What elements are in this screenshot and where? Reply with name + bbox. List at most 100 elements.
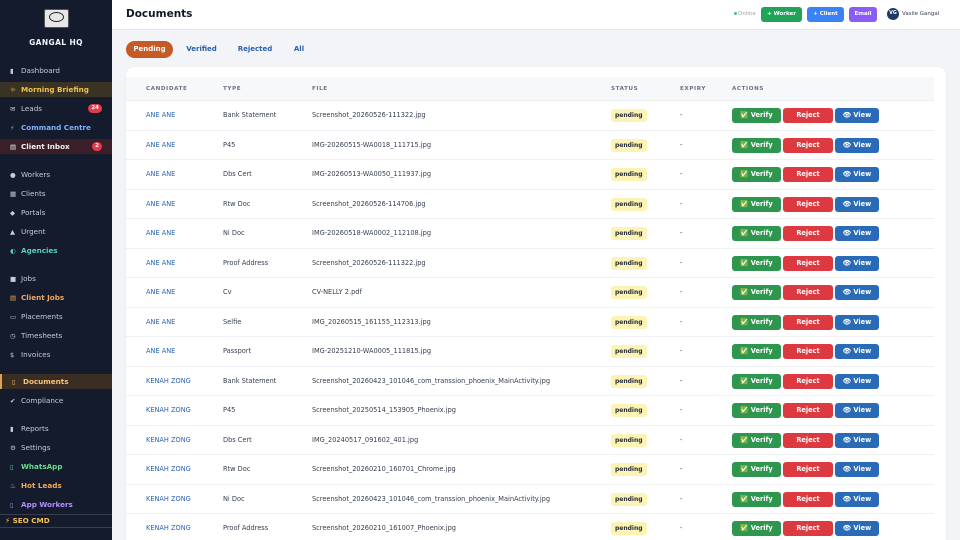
candidate-link[interactable]: ANE ANE bbox=[146, 249, 175, 278]
status-badge: pending bbox=[611, 197, 647, 211]
reject-button[interactable]: Reject bbox=[783, 491, 833, 507]
email-button[interactable]: Email bbox=[849, 7, 877, 22]
verify-button[interactable]: ✅ Verify bbox=[732, 403, 781, 418]
verify-button[interactable]: ✅ Verify bbox=[732, 196, 781, 212]
view-button[interactable]: 👁 View bbox=[835, 491, 879, 507]
candidate-link[interactable]: ANE ANE bbox=[146, 190, 175, 219]
sidebar-item-agencies[interactable]: ◐ Agencies bbox=[0, 243, 112, 258]
siren-icon: ▲ bbox=[10, 228, 15, 236]
reject-button[interactable]: Reject bbox=[783, 196, 833, 212]
reject-button[interactable]: Reject bbox=[783, 226, 833, 241]
tab-pending[interactable]: Pending bbox=[126, 41, 173, 58]
sidebar-item-workers[interactable]: ● Workers bbox=[0, 167, 112, 182]
candidate-link[interactable]: ANE ANE bbox=[146, 131, 175, 160]
verify-button[interactable]: ✅ Verify bbox=[732, 314, 781, 330]
verify-button[interactable]: ✅ Verify bbox=[732, 521, 781, 536]
candidate-link[interactable]: KENAH ZONG bbox=[146, 426, 191, 455]
expiry-date: - bbox=[680, 406, 683, 414]
sidebar-item-whatsapp[interactable]: ▯ WhatsApp bbox=[0, 459, 112, 474]
status-badge: pending bbox=[611, 492, 647, 506]
view-button[interactable]: 👁 View bbox=[835, 226, 879, 241]
sidebar-item-placements[interactable]: ▭ Placements bbox=[0, 309, 112, 324]
sidebar-item-compliance[interactable]: ✔ Compliance bbox=[0, 393, 112, 408]
view-button[interactable]: 👁 View bbox=[835, 373, 879, 389]
reject-button[interactable]: Reject bbox=[783, 432, 833, 448]
tab-verified[interactable]: Verified bbox=[180, 41, 223, 58]
reject-button[interactable]: Reject bbox=[783, 108, 833, 123]
candidate-link[interactable]: ANE ANE bbox=[146, 337, 175, 366]
candidate-link[interactable]: ANE ANE bbox=[146, 101, 175, 130]
verify-button[interactable]: ✅ Verify bbox=[732, 226, 781, 241]
view-button[interactable]: 👁 View bbox=[835, 285, 879, 300]
candidate-link[interactable]: KENAH ZONG bbox=[146, 514, 191, 540]
sidebar-item-leads[interactable]: ✉ Leads 24 bbox=[0, 101, 112, 116]
sidebar-item-jobs[interactable]: ■ Jobs bbox=[0, 271, 112, 286]
sidebar-item-urgent[interactable]: ▲ Urgent bbox=[0, 224, 112, 239]
reject-button[interactable]: Reject bbox=[783, 521, 833, 536]
sidebar-item-morning-briefing[interactable]: ☼ Morning Briefing bbox=[0, 82, 112, 97]
tab-rejected[interactable]: Rejected bbox=[230, 41, 280, 58]
candidate-link[interactable]: KENAH ZONG bbox=[146, 455, 191, 484]
verify-button[interactable]: ✅ Verify bbox=[732, 108, 781, 123]
candidate-link[interactable]: ANE ANE bbox=[146, 278, 175, 307]
verify-button[interactable]: ✅ Verify bbox=[732, 432, 781, 448]
view-button[interactable]: 👁 View bbox=[835, 167, 879, 182]
candidate-link[interactable]: ANE ANE bbox=[146, 219, 175, 248]
sidebar-item-dashboard[interactable]: ▮ Dashboard bbox=[0, 63, 112, 78]
view-button[interactable]: 👁 View bbox=[835, 462, 879, 477]
view-button[interactable]: 👁 View bbox=[835, 344, 879, 359]
sidebar-item-reports[interactable]: ▮ Reports bbox=[0, 421, 112, 436]
add-client-button[interactable]: + Client bbox=[807, 7, 844, 22]
verify-button[interactable]: ✅ Verify bbox=[732, 373, 781, 389]
view-button[interactable]: 👁 View bbox=[835, 137, 879, 153]
verify-button[interactable]: ✅ Verify bbox=[732, 462, 781, 477]
reject-button[interactable]: Reject bbox=[783, 344, 833, 359]
sidebar-item-documents[interactable]: ▯ Documents bbox=[0, 374, 112, 389]
sidebar-item-app-workers[interactable]: ▯ App Workers bbox=[0, 497, 112, 512]
candidate-link[interactable]: KENAH ZONG bbox=[146, 485, 191, 514]
expiry-date: - bbox=[680, 199, 683, 208]
sidebar-item-seo-cmd[interactable]: ⚡ SEO CMD bbox=[0, 514, 112, 528]
reject-button[interactable]: Reject bbox=[783, 373, 833, 389]
candidate-link[interactable]: KENAH ZONG bbox=[146, 396, 191, 425]
reject-button[interactable]: Reject bbox=[783, 285, 833, 300]
table-row: ANE ANE Cv CV-NELLY 2.pdf pending - ✅ Verify R… bbox=[126, 278, 934, 308]
reject-button[interactable]: Reject bbox=[783, 403, 833, 418]
reject-button[interactable]: Reject bbox=[783, 462, 833, 477]
verify-button[interactable]: ✅ Verify bbox=[732, 491, 781, 507]
sidebar-item-hot-leads[interactable]: ♨ Hot Leads bbox=[0, 478, 112, 493]
tab-all[interactable]: All bbox=[287, 41, 311, 58]
verify-button[interactable]: ✅ Verify bbox=[732, 167, 781, 182]
sidebar-item-command-centre[interactable]: ⚡ Command Centre bbox=[0, 120, 112, 135]
verify-button[interactable]: ✅ Verify bbox=[732, 344, 781, 359]
view-button[interactable]: 👁 View bbox=[835, 255, 879, 271]
verify-button[interactable]: ✅ Verify bbox=[732, 255, 781, 271]
sidebar-item-settings[interactable]: ⚙ Settings bbox=[0, 440, 112, 455]
sidebar-item-label: Hot Leads bbox=[21, 481, 62, 490]
sidebar-item-client-jobs[interactable]: ▤ Client Jobs bbox=[0, 290, 112, 305]
view-button[interactable]: 👁 View bbox=[835, 196, 879, 212]
view-button[interactable]: 👁 View bbox=[835, 432, 879, 448]
view-button[interactable]: 👁 View bbox=[835, 108, 879, 123]
candidate-link[interactable]: ANE ANE bbox=[146, 160, 175, 189]
verify-button[interactable]: ✅ Verify bbox=[732, 285, 781, 300]
user-menu[interactable]: VG Vasile Gangal bbox=[887, 7, 939, 22]
sidebar-item-clients[interactable]: ▦ Clients bbox=[0, 186, 112, 201]
add-worker-button[interactable]: + Worker bbox=[761, 7, 802, 22]
sidebar-item-invoices[interactable]: $ Invoices bbox=[0, 347, 112, 362]
sidebar-item-timesheets[interactable]: ◷ Timesheets bbox=[0, 328, 112, 343]
candidate-link[interactable]: ANE ANE bbox=[146, 308, 175, 337]
reject-button[interactable]: Reject bbox=[783, 314, 833, 330]
reject-button[interactable]: Reject bbox=[783, 167, 833, 182]
sidebar-item-client-inbox[interactable]: ▤ Client Inbox 2 bbox=[0, 139, 112, 154]
table-row: KENAH ZONG Rtw Doc Screenshot_20260210_160… bbox=[126, 455, 934, 485]
reject-button[interactable]: Reject bbox=[783, 255, 833, 271]
reject-button[interactable]: Reject bbox=[783, 137, 833, 153]
view-button[interactable]: 👁 View bbox=[835, 403, 879, 418]
verify-button[interactable]: ✅ Verify bbox=[732, 137, 781, 153]
view-button[interactable]: 👁 View bbox=[835, 314, 879, 330]
sidebar-item-portals[interactable]: ◆ Portals bbox=[0, 205, 112, 220]
status-badge: pending bbox=[611, 433, 647, 447]
candidate-link[interactable]: KENAH ZONG bbox=[146, 367, 191, 396]
view-button[interactable]: 👁 View bbox=[835, 521, 879, 536]
